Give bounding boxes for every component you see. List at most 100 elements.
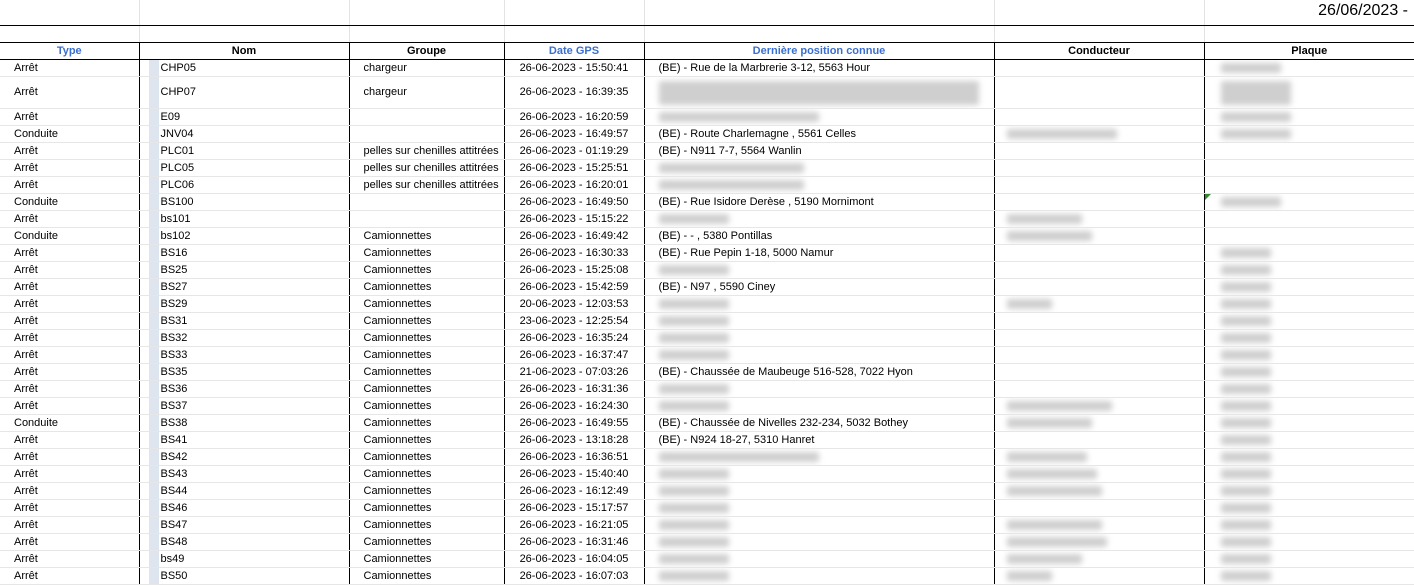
column-header-nom[interactable]: Nom (138, 42, 349, 60)
cell-type-text: Arrêt (14, 315, 38, 327)
redacted-position (658, 350, 729, 360)
table-row[interactable]: Arrêt BS16 Camionnettes 26-06-2023 - 16:30:… (0, 244, 1414, 262)
cell-type-text: Arrêt (14, 400, 38, 412)
table-row[interactable]: Arrêt BS29 Camionnettes 20-06-2023 - 12:03:… (0, 295, 1414, 313)
cell-date-gps-text: 23-06-2023 - 12:25:54 (519, 315, 629, 327)
table-row[interactable]: Arrêt BS35 Camionnettes 21-06-2023 - 07:03:… (0, 363, 1414, 381)
cell-nom: BS48 (138, 533, 349, 551)
cell-groupe-text: Camionnettes (363, 383, 432, 395)
column-header-groupe[interactable]: Groupe (348, 42, 504, 60)
table-row[interactable]: Conduite BS100 26-06-2023 - 16:49:50 (BE) -… (0, 193, 1414, 211)
cell-plaque (1203, 380, 1414, 398)
cell-groupe: pelles sur chenilles attitrées (348, 159, 504, 177)
cell-groupe-text: Camionnettes (363, 315, 432, 327)
table-row[interactable]: Arrêt BS47 Camionnettes 26-06-2023 - 16:21:… (0, 516, 1414, 534)
cell-type: Arrêt (0, 59, 139, 77)
cell-type: Arrêt (0, 448, 139, 466)
report-header-band: 26/06/2023 - (0, 0, 1414, 26)
table-row[interactable]: Arrêt BS33 Camionnettes 26-06-2023 - 16:37:… (0, 346, 1414, 364)
cell-nom-text: BS100 (160, 196, 194, 208)
cell-date-gps: 26-06-2023 - 16:49:42 (503, 227, 644, 245)
table-row[interactable]: Arrêt BS31 Camionnettes 23-06-2023 - 12:25:… (0, 312, 1414, 330)
cell-groupe: Camionnettes (348, 533, 504, 551)
table-row[interactable]: Arrêt E09 26-06-2023 - 16:20:59 (0, 108, 1414, 126)
cell-nom: E09 (138, 108, 349, 126)
table-row[interactable]: Arrêt BS27 Camionnettes 26-06-2023 - 15:42:… (0, 278, 1414, 296)
table-row[interactable]: Arrêt BS46 Camionnettes 26-06-2023 - 15:17:… (0, 499, 1414, 517)
cell-type-text: Arrêt (14, 298, 38, 310)
cell-conducteur (993, 329, 1204, 347)
cell-nom-text: BS48 (160, 536, 188, 548)
table-row[interactable]: Arrêt BS32 Camionnettes 26-06-2023 - 16:35:… (0, 329, 1414, 347)
cell-nom-text: PLC01 (160, 145, 195, 157)
table-row[interactable]: Arrêt BS43 Camionnettes 26-06-2023 - 15:40:… (0, 465, 1414, 483)
cell-date-gps-text: 26-06-2023 - 16:30:33 (519, 247, 629, 259)
cell-date-gps: 26-06-2023 - 16:31:36 (503, 380, 644, 398)
cell-groupe-text: pelles sur chenilles attitrées (363, 179, 499, 191)
cell-groupe: Camionnettes (348, 397, 504, 415)
cell-date-gps-text: 26-06-2023 - 16:20:59 (519, 111, 629, 123)
redacted-driver (1006, 129, 1117, 139)
cell-position: (BE) - Rue de la Marbrerie 3-12, 5563 Ho… (643, 59, 994, 77)
table-row[interactable]: Arrêt BS36 Camionnettes 26-06-2023 - 16:31:… (0, 380, 1414, 398)
cell-nom: BS25 (138, 261, 349, 279)
cell-type-text: Arrêt (14, 366, 38, 378)
column-header-plaque[interactable]: Plaque (1203, 42, 1414, 60)
table-row[interactable]: Conduite JNV04 26-06-2023 - 16:49:57 (BE) -… (0, 125, 1414, 143)
cell-groupe: Camionnettes (348, 499, 504, 517)
cell-type: Conduite (0, 227, 139, 245)
column-header-conducteur[interactable]: Conducteur (993, 42, 1204, 60)
column-header-type[interactable]: Type (0, 42, 139, 60)
redacted-plate (1220, 384, 1271, 394)
cell-conducteur (993, 193, 1204, 211)
column-header-position[interactable]: Dernière position connue (643, 42, 994, 60)
cell-position (643, 533, 994, 551)
cell-position (643, 499, 994, 517)
table-row[interactable]: Arrêt BS41 Camionnettes 26-06-2023 - 13:18:… (0, 431, 1414, 449)
table-row[interactable]: Conduite bs102 Camionnettes 26-06-2023 - 16… (0, 227, 1414, 245)
cell-position-text: (BE) - N911 7-7, 5564 Wanlin (658, 145, 802, 157)
cell-position-text: (BE) - Chaussée de Maubeuge 516-528, 702… (658, 366, 913, 378)
cell-groupe-text: Camionnettes (363, 366, 432, 378)
table-row[interactable]: Arrêt bs49 Camionnettes 26-06-2023 - 16:04:… (0, 550, 1414, 568)
cell-date-gps-text: 26-06-2023 - 15:42:59 (519, 281, 629, 293)
cell-plaque (1203, 159, 1414, 177)
cell-plaque (1203, 295, 1414, 313)
column-header-date-gps[interactable]: Date GPS (503, 42, 644, 60)
table-row[interactable]: Arrêt BS37 Camionnettes 26-06-2023 - 16:24:… (0, 397, 1414, 415)
cell-type: Arrêt (0, 329, 139, 347)
table-row[interactable]: Arrêt BS42 Camionnettes 26-06-2023 - 16:36:… (0, 448, 1414, 466)
cell-position-text: (BE) - Route Charlemagne , 5561 Celles (658, 128, 856, 140)
redacted-driver (1006, 469, 1097, 479)
redacted-plate (1220, 367, 1271, 377)
table-row[interactable]: Arrêt CHP05 chargeur 26-06-2023 - 15:50:41 (… (0, 59, 1414, 77)
table-row[interactable]: Arrêt BS25 Camionnettes 26-06-2023 - 15:25:… (0, 261, 1414, 279)
cell-date-gps-text: 26-06-2023 - 15:17:57 (519, 502, 629, 514)
cell-nom-text: BS31 (160, 315, 188, 327)
cell-conducteur (993, 465, 1204, 483)
cell-nom: BS27 (138, 278, 349, 296)
table-row[interactable]: Arrêt PLC05 pelles sur chenilles attitrées… (0, 159, 1414, 177)
row-marker (148, 126, 159, 142)
redacted-plate (1220, 316, 1271, 326)
table-row[interactable]: Arrêt PLC01 pelles sur chenilles attitrées… (0, 142, 1414, 160)
redacted-position (658, 401, 729, 411)
row-marker (148, 534, 159, 550)
cell-nom: PLC05 (138, 159, 349, 177)
table-row[interactable]: Arrêt bs101 26-06-2023 - 15:15:22 (0, 210, 1414, 228)
cell-nom: BS44 (138, 482, 349, 500)
cell-date-gps-text: 26-06-2023 - 16:49:55 (519, 417, 629, 429)
table-row[interactable]: Arrêt PLC06 pelles sur chenilles attitrées… (0, 176, 1414, 194)
table-row[interactable]: Arrêt CHP07 chargeur 26-06-2023 - 16:39:35 (0, 76, 1414, 109)
cell-position (643, 210, 994, 228)
cell-nom-text: BS46 (160, 502, 188, 514)
table-row[interactable]: Arrêt BS48 Camionnettes 26-06-2023 - 16:31:… (0, 533, 1414, 551)
table-row[interactable]: Arrêt BS44 Camionnettes 26-06-2023 - 16:12:… (0, 482, 1414, 500)
cell-groupe-text: Camionnettes (363, 570, 432, 582)
table-row[interactable]: Conduite BS38 Camionnettes 26-06-2023 - 16:… (0, 414, 1414, 432)
cell-type-text: Arrêt (14, 86, 38, 98)
cell-conducteur (993, 76, 1204, 109)
cell-nom: BS100 (138, 193, 349, 211)
cell-groupe: Camionnettes (348, 482, 504, 500)
cell-nom-text: BS33 (160, 349, 188, 361)
